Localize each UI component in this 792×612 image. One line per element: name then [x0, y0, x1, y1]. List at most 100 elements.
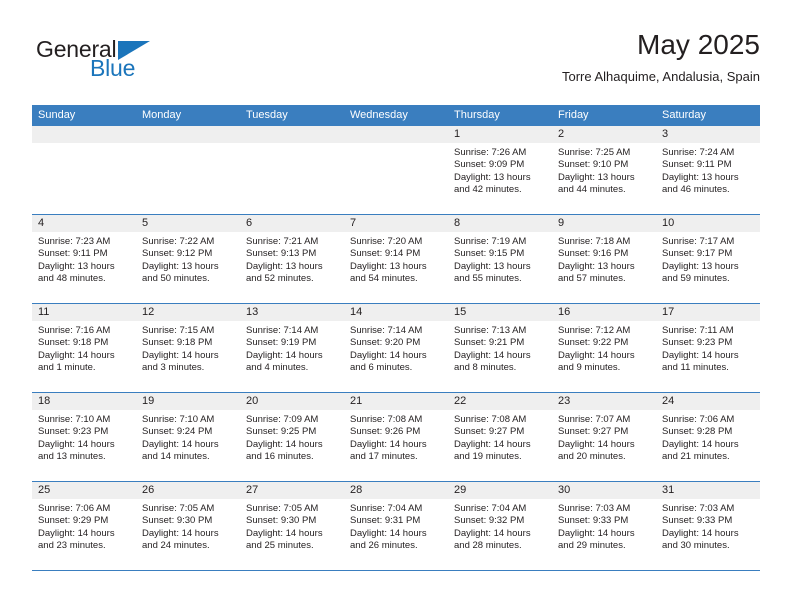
day-details: Sunrise: 7:17 AM Sunset: 9:17 PM Daylight:… — [656, 232, 760, 303]
day-details: Sunrise: 7:26 AM Sunset: 9:09 PM Daylight:… — [448, 143, 552, 214]
weeks-container: 1 Sunrise: 7:26 AM Sunset: 9:09 PM Daylight… — [32, 126, 760, 571]
daylight-duration-line1: Daylight: 13 hours — [558, 260, 635, 272]
daylight-duration-line1: Daylight: 13 hours — [662, 260, 739, 272]
daylight-duration-line1: Daylight: 13 hours — [246, 260, 323, 272]
calendar-page: General Blue May 2025 Torre Alhaquime, A… — [0, 0, 792, 612]
sunset-time: Sunset: 9:24 PM — [142, 426, 213, 438]
calendar-day-cell[interactable]: 6 Sunrise: 7:21 AM Sunset: 9:13 PM Daylight… — [240, 215, 344, 303]
calendar-day-cell[interactable]: 20 Sunrise: 7:09 AM Sunset: 9:25 PM Dayligh… — [240, 393, 344, 481]
calendar-day-cell[interactable]: 17 Sunrise: 7:11 AM Sunset: 9:23 PM Dayligh… — [656, 304, 760, 392]
calendar-day-cell[interactable]: 15 Sunrise: 7:13 AM Sunset: 9:21 PM Dayligh… — [448, 304, 552, 392]
day-number: 2 — [552, 126, 656, 143]
day-details: Sunrise: 7:08 AM Sunset: 9:27 PM Daylight:… — [448, 410, 552, 481]
calendar-day-cell[interactable]: 4 Sunrise: 7:23 AM Sunset: 9:11 PM Daylight… — [32, 215, 136, 303]
daylight-duration-line1: Daylight: 14 hours — [662, 438, 739, 450]
calendar-day-cell[interactable]: 11 Sunrise: 7:16 AM Sunset: 9:18 PM Dayligh… — [32, 304, 136, 392]
day-details — [344, 143, 448, 214]
calendar-day-cell[interactable]: 25 Sunrise: 7:06 AM Sunset: 9:29 PM Dayligh… — [32, 482, 136, 570]
calendar-day-cell[interactable]: 7 Sunrise: 7:20 AM Sunset: 9:14 PM Daylight… — [344, 215, 448, 303]
daylight-duration-line2: and 16 minutes. — [246, 451, 314, 463]
daylight-duration-line2: and 55 minutes. — [454, 273, 522, 285]
day-details: Sunrise: 7:19 AM Sunset: 9:15 PM Daylight:… — [448, 232, 552, 303]
calendar-day-cell[interactable]: 3 Sunrise: 7:24 AM Sunset: 9:11 PM Daylight… — [656, 126, 760, 214]
day-number: 29 — [448, 482, 552, 499]
sunset-time: Sunset: 9:13 PM — [246, 248, 317, 260]
day-number: 18 — [32, 393, 136, 410]
sunset-time: Sunset: 9:23 PM — [662, 337, 733, 349]
daylight-duration-line1: Daylight: 13 hours — [454, 260, 531, 272]
day-number: 9 — [552, 215, 656, 232]
sunset-time: Sunset: 9:32 PM — [454, 515, 525, 527]
day-details: Sunrise: 7:13 AM Sunset: 9:21 PM Daylight:… — [448, 321, 552, 392]
calendar-day-cell[interactable]: 26 Sunrise: 7:05 AM Sunset: 9:30 PM Dayligh… — [136, 482, 240, 570]
calendar-day-cell[interactable]: 31 Sunrise: 7:03 AM Sunset: 9:33 PM Dayligh… — [656, 482, 760, 570]
calendar-day-cell[interactable]: 2 Sunrise: 7:25 AM Sunset: 9:10 PM Daylight… — [552, 126, 656, 214]
daylight-duration-line2: and 3 minutes. — [142, 362, 205, 374]
daylight-duration-line2: and 57 minutes. — [558, 273, 626, 285]
daylight-duration-line2: and 1 minute. — [38, 362, 96, 374]
calendar-day-cell-empty — [136, 126, 240, 214]
calendar-day-cell[interactable]: 29 Sunrise: 7:04 AM Sunset: 9:32 PM Dayligh… — [448, 482, 552, 570]
day-number: 21 — [344, 393, 448, 410]
daylight-duration-line2: and 28 minutes. — [454, 540, 522, 552]
day-details — [136, 143, 240, 214]
day-number: 25 — [32, 482, 136, 499]
day-details: Sunrise: 7:22 AM Sunset: 9:12 PM Daylight:… — [136, 232, 240, 303]
calendar-day-cell[interactable]: 21 Sunrise: 7:08 AM Sunset: 9:26 PM Dayligh… — [344, 393, 448, 481]
sunset-time: Sunset: 9:17 PM — [662, 248, 733, 260]
sunset-time: Sunset: 9:16 PM — [558, 248, 629, 260]
daylight-duration-line2: and 6 minutes. — [350, 362, 413, 374]
sunset-time: Sunset: 9:26 PM — [350, 426, 421, 438]
daylight-duration-line1: Daylight: 14 hours — [558, 527, 635, 539]
calendar-day-cell[interactable]: 12 Sunrise: 7:15 AM Sunset: 9:18 PM Dayligh… — [136, 304, 240, 392]
calendar-day-cell[interactable]: 5 Sunrise: 7:22 AM Sunset: 9:12 PM Daylight… — [136, 215, 240, 303]
daylight-duration-line1: Daylight: 14 hours — [246, 527, 323, 539]
brand-logo[interactable]: General Blue — [32, 36, 212, 88]
daylight-duration-line1: Daylight: 14 hours — [142, 527, 219, 539]
sunset-time: Sunset: 9:31 PM — [350, 515, 421, 527]
sunrise-time: Sunrise: 7:11 AM — [662, 325, 734, 336]
daylight-duration-line2: and 46 minutes. — [662, 184, 730, 196]
day-details: Sunrise: 7:07 AM Sunset: 9:27 PM Daylight:… — [552, 410, 656, 481]
calendar-day-cell[interactable]: 16 Sunrise: 7:12 AM Sunset: 9:22 PM Dayligh… — [552, 304, 656, 392]
day-details: Sunrise: 7:10 AM Sunset: 9:24 PM Daylight:… — [136, 410, 240, 481]
calendar-day-cell[interactable]: 18 Sunrise: 7:10 AM Sunset: 9:23 PM Dayligh… — [32, 393, 136, 481]
daylight-duration-line1: Daylight: 14 hours — [350, 527, 427, 539]
day-details: Sunrise: 7:11 AM Sunset: 9:23 PM Daylight:… — [656, 321, 760, 392]
day-details: Sunrise: 7:03 AM Sunset: 9:33 PM Daylight:… — [656, 499, 760, 570]
daylight-duration-line1: Daylight: 13 hours — [350, 260, 427, 272]
calendar-day-cell[interactable]: 8 Sunrise: 7:19 AM Sunset: 9:15 PM Daylight… — [448, 215, 552, 303]
calendar-day-cell[interactable]: 27 Sunrise: 7:05 AM Sunset: 9:30 PM Dayligh… — [240, 482, 344, 570]
daylight-duration-line2: and 50 minutes. — [142, 273, 210, 285]
calendar-day-cell[interactable]: 13 Sunrise: 7:14 AM Sunset: 9:19 PM Dayligh… — [240, 304, 344, 392]
sunset-time: Sunset: 9:29 PM — [38, 515, 109, 527]
calendar-day-cell[interactable]: 9 Sunrise: 7:18 AM Sunset: 9:16 PM Daylight… — [552, 215, 656, 303]
sunrise-time: Sunrise: 7:14 AM — [350, 325, 423, 336]
sunset-time: Sunset: 9:20 PM — [350, 337, 421, 349]
daylight-duration-line2: and 25 minutes. — [246, 540, 314, 552]
daylight-duration-line1: Daylight: 14 hours — [246, 349, 323, 361]
sunset-time: Sunset: 9:12 PM — [142, 248, 213, 260]
daylight-duration-line2: and 48 minutes. — [38, 273, 106, 285]
calendar-day-cell[interactable]: 10 Sunrise: 7:17 AM Sunset: 9:17 PM Dayligh… — [656, 215, 760, 303]
calendar-day-cell[interactable]: 1 Sunrise: 7:26 AM Sunset: 9:09 PM Daylight… — [448, 126, 552, 214]
calendar-day-cell[interactable]: 22 Sunrise: 7:08 AM Sunset: 9:27 PM Dayligh… — [448, 393, 552, 481]
calendar-day-cell[interactable]: 28 Sunrise: 7:04 AM Sunset: 9:31 PM Dayligh… — [344, 482, 448, 570]
day-number: 31 — [656, 482, 760, 499]
day-details — [32, 143, 136, 214]
sunset-time: Sunset: 9:23 PM — [38, 426, 109, 438]
daylight-duration-line1: Daylight: 14 hours — [662, 527, 739, 539]
day-number: 30 — [552, 482, 656, 499]
calendar-day-cell[interactable]: 19 Sunrise: 7:10 AM Sunset: 9:24 PM Dayligh… — [136, 393, 240, 481]
day-number: 8 — [448, 215, 552, 232]
sunrise-time: Sunrise: 7:22 AM — [142, 236, 215, 247]
calendar-day-cell[interactable]: 14 Sunrise: 7:14 AM Sunset: 9:20 PM Dayligh… — [344, 304, 448, 392]
day-details — [240, 143, 344, 214]
daylight-duration-line2: and 29 minutes. — [558, 540, 626, 552]
day-number: 12 — [136, 304, 240, 321]
calendar-day-cell[interactable]: 24 Sunrise: 7:06 AM Sunset: 9:28 PM Dayligh… — [656, 393, 760, 481]
calendar-day-cell[interactable]: 23 Sunrise: 7:07 AM Sunset: 9:27 PM Dayligh… — [552, 393, 656, 481]
daylight-duration-line1: Daylight: 13 hours — [142, 260, 219, 272]
calendar-day-cell[interactable]: 30 Sunrise: 7:03 AM Sunset: 9:33 PM Dayligh… — [552, 482, 656, 570]
daylight-duration-line1: Daylight: 14 hours — [38, 527, 115, 539]
